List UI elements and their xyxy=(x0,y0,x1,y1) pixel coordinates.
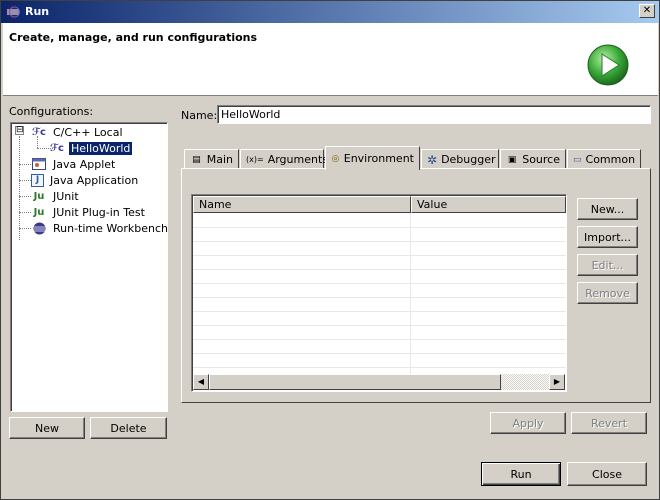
table-header: Name Value xyxy=(193,196,566,213)
table-row[interactable] xyxy=(193,228,566,242)
arguments-icon: (x)= xyxy=(246,155,264,164)
table-row[interactable] xyxy=(193,214,566,228)
tab-label: Debugger xyxy=(441,153,496,166)
configurations-tree[interactable]: ⊟ ℱc C/C++ Local ℱc HelloWorld Java Appl… xyxy=(10,122,168,412)
debugger-icon: ✲ xyxy=(427,152,438,167)
tab-label: Common xyxy=(585,153,636,166)
tree-item-runtime-workbench[interactable]: Run-time Workbench xyxy=(31,220,170,236)
table-row[interactable] xyxy=(193,326,566,340)
env-import-button[interactable]: Import... xyxy=(577,226,638,248)
table-row[interactable] xyxy=(193,298,566,312)
java-application-icon: J xyxy=(31,173,44,187)
configurations-label: Configurations: xyxy=(9,105,94,118)
tree-item-label: C/C++ Local xyxy=(53,125,123,139)
tab-environment[interactable]: ◎ Environment xyxy=(325,146,420,170)
tree-item-java-applet[interactable]: Java Applet xyxy=(31,156,117,172)
close-button[interactable]: Close xyxy=(567,462,647,486)
column-header-value[interactable]: Value xyxy=(411,196,566,213)
table-row[interactable] xyxy=(193,270,566,284)
tree-item-label: JUnit Plug-in Test xyxy=(53,205,145,219)
run-play-icon xyxy=(587,44,629,86)
junit-icon: Ju xyxy=(33,190,45,202)
tab-label: Source xyxy=(522,153,560,166)
dialog-banner: Create, manage, and run configurations xyxy=(3,23,658,96)
tree-item-helloworld[interactable]: ℱc HelloWorld xyxy=(49,140,133,156)
tree-item-label: HelloWorld xyxy=(69,141,133,155)
workbench-icon xyxy=(31,220,47,236)
revert-button[interactable]: Revert xyxy=(571,412,647,434)
scrollbar-thumb[interactable] xyxy=(209,374,501,390)
scroll-right-icon[interactable]: ▶ xyxy=(549,374,565,390)
new-configuration-button[interactable]: New xyxy=(9,417,85,439)
banner-heading: Create, manage, and run configurations xyxy=(9,31,258,44)
tree-item-label: Java Application xyxy=(50,173,139,187)
tab-label: Arguments xyxy=(267,153,328,166)
scroll-left-icon[interactable]: ◀ xyxy=(193,374,209,390)
eclipse-icon xyxy=(6,5,20,19)
tab-debugger[interactable]: ✲ Debugger xyxy=(421,149,499,169)
common-icon: ▭ xyxy=(573,154,582,165)
table-row[interactable] xyxy=(193,242,566,256)
window-title: Run xyxy=(25,5,50,18)
delete-configuration-button[interactable]: Delete xyxy=(90,417,167,439)
tree-item-label: Run-time Workbench xyxy=(53,221,169,235)
name-label: Name: xyxy=(181,109,218,122)
scrollbar-track[interactable] xyxy=(501,374,549,390)
tree-item-label: Java Applet xyxy=(53,157,116,171)
tab-label: Main xyxy=(206,153,233,166)
table-row[interactable] xyxy=(193,312,566,326)
table-row[interactable] xyxy=(193,354,566,368)
collapse-icon[interactable]: ⊟ xyxy=(15,126,24,135)
tree-item-cpp-local[interactable]: ℱc C/C++ Local xyxy=(31,124,125,140)
apply-button[interactable]: Apply xyxy=(490,412,566,434)
main-tab-icon: ▤ xyxy=(192,154,201,165)
junit-plugin-icon: Ju xyxy=(33,206,45,218)
horizontal-scrollbar[interactable]: ◀ ▶ xyxy=(193,374,565,390)
close-icon[interactable]: ✕ xyxy=(639,4,655,18)
table-row[interactable] xyxy=(193,340,566,354)
name-input[interactable] xyxy=(217,105,651,124)
title-bar[interactable]: Run ✕ xyxy=(1,1,659,23)
cpp-config-icon: ℱc xyxy=(49,142,64,154)
tree-item-junit[interactable]: Ju JUnit xyxy=(31,188,81,204)
tab-arguments[interactable]: (x)= Arguments xyxy=(240,149,328,169)
run-button[interactable]: Run xyxy=(481,462,561,486)
env-remove-button[interactable]: Remove xyxy=(577,282,638,304)
env-new-button[interactable]: New... xyxy=(577,198,638,220)
tab-main[interactable]: ▤ Main xyxy=(184,149,239,169)
tree-item-java-application[interactable]: J Java Application xyxy=(31,172,140,188)
tab-label: Environment xyxy=(343,152,414,165)
cpp-local-icon: ℱc xyxy=(31,126,46,138)
table-row[interactable] xyxy=(193,256,566,270)
tab-source[interactable]: ▣ Source xyxy=(500,149,566,169)
env-edit-button[interactable]: Edit... xyxy=(577,254,638,276)
environment-table[interactable]: Name Value ◀ ▶ xyxy=(191,194,567,392)
environment-icon: ◎ xyxy=(331,153,340,164)
tab-common[interactable]: ▭ Common xyxy=(567,149,641,169)
column-header-name[interactable]: Name xyxy=(193,196,411,213)
java-applet-icon xyxy=(31,156,47,172)
tree-item-junit-plugin-test[interactable]: Ju JUnit Plug-in Test xyxy=(31,204,147,220)
tree-item-label: JUnit xyxy=(53,189,79,203)
run-dialog: Run ✕ Create, manage, and run configurat… xyxy=(0,0,660,500)
table-row[interactable] xyxy=(193,284,566,298)
source-icon: ▣ xyxy=(507,154,517,165)
